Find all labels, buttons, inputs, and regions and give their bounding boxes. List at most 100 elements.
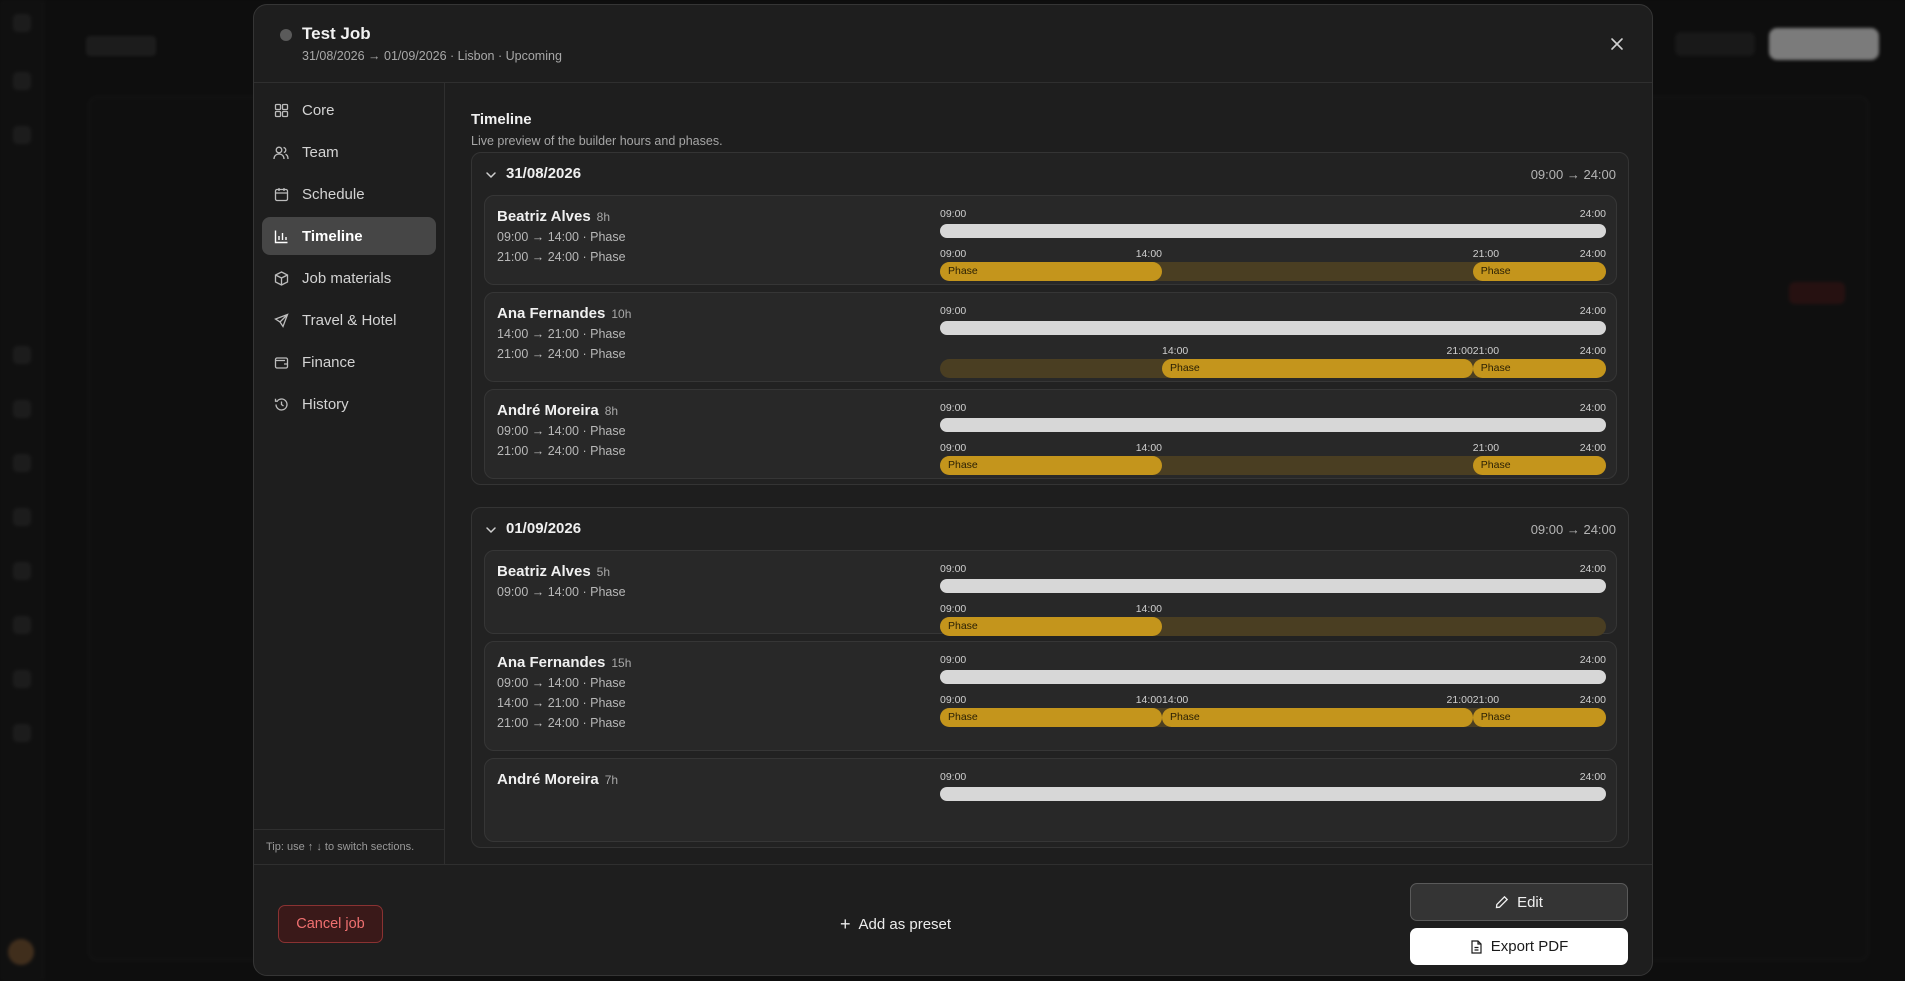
sidebar-item-label: Team [302,143,339,161]
sidebar-item-job-materials[interactable]: Job materials [262,259,436,297]
phase-segment[interactable]: Phase [1162,359,1473,378]
phase-segment[interactable]: Phase [1472,456,1606,475]
person-timeline: 09:00 24:00 Phase Phase 09:00 14:00 21:00 24:00 [940,390,1606,478]
background-badge [1789,282,1845,304]
close-icon [1611,38,1623,50]
pencil-icon [1495,895,1509,909]
shift-line: 14:00 → 21:00 · Phase [497,696,626,710]
sidebar-item-label: Job materials [302,269,392,287]
section-sidebar: Core Team Schedule Timeline Job material… [254,83,445,864]
phase-segment[interactable]: Phase [940,708,1162,727]
person-name: André Moreira 7h [497,771,618,788]
plus-icon: + [840,913,851,934]
person-hours: 8h [596,210,611,224]
phase-segment[interactable]: Phase [1162,708,1473,727]
tick-label: 24:00 [1579,654,1606,666]
phase-segment[interactable]: Phase [940,456,1162,475]
phase-segment[interactable]: Phase [1472,359,1606,378]
person-timeline: 09:00 24:00 Phase Phase Phase 09:00 14:00 14:00… [940,642,1606,750]
tick-label: 24:00 [1579,442,1606,454]
person-hours: 15h [611,656,632,670]
phase-segment[interactable]: Phase [1472,708,1606,727]
sidebar-item-history[interactable]: History [262,385,436,423]
tick-label: 09:00 [940,402,967,414]
edit-button[interactable]: Edit [1410,883,1628,921]
tick-label: 24:00 [1579,248,1606,260]
day-group: 31/08/2026 09:00 → 24:00 Beatriz Alves 8h 09… [471,152,1629,485]
person-card: Ana Fernandes 15h 09:00 → 14:00 · Phase 14:… [484,641,1617,751]
tick-label: 24:00 [1579,208,1606,220]
tick-label: 09:00 [940,563,967,575]
divider [254,829,444,830]
tick-label: 14:00 [1162,345,1189,357]
shift-line: 21:00 → 24:00 · Phase [497,347,626,361]
availability-bar [940,418,1606,432]
file-icon [1470,939,1483,954]
tick-label: 14:00 [1135,694,1162,706]
sidebar-item-core[interactable]: Core [262,91,436,129]
person-hours: 8h [604,404,619,418]
shift-line: 09:00 → 14:00 · Phase [497,585,626,599]
tick-label: 21:00 [1446,345,1473,357]
chevron-down-icon[interactable] [484,523,498,537]
person-timeline: 09:00 24:00 [940,759,1606,841]
tick-label: 14:00 [1135,442,1162,454]
shift-line: 21:00 → 24:00 · Phase [497,444,626,458]
edit-label: Edit [1517,893,1543,911]
export-pdf-button[interactable]: Export PDF [1410,928,1628,965]
background-icon [13,72,31,90]
phase-segment[interactable]: Phase [940,617,1162,636]
background-icon [13,346,31,364]
person-name-text: André Moreira [497,402,599,419]
background-button [1769,28,1879,60]
tick-label: 24:00 [1579,771,1606,783]
tick-label: 09:00 [940,248,967,260]
person-name-text: André Moreira [497,771,599,788]
availability-bar [940,787,1606,801]
person-name: Beatriz Alves 8h [497,208,610,225]
availability-bar [940,670,1606,684]
day-date: 01/09/2026 [506,520,582,537]
day-header[interactable]: 31/08/2026 09:00 → 24:00 [472,153,1628,195]
person-timeline: 09:00 24:00 Phase Phase 14:00 21:00 21:00 24:00 [940,293,1606,381]
sidebar-item-finance[interactable]: Finance [262,343,436,381]
section-title: Timeline [471,111,532,128]
person-card: Ana Fernandes 10h 14:00 → 21:00 · Phase 21:… [484,292,1617,382]
section-subtitle: Live preview of the builder hours and ph… [471,134,723,148]
cancel-job-button[interactable]: Cancel job [278,905,383,943]
add-preset-label: Add as preset [858,915,952,933]
bar-chart-icon [273,228,289,244]
close-button[interactable] [1604,31,1630,57]
person-timeline: 09:00 24:00 Phase 09:00 14:00 [940,551,1606,636]
background-icon [13,508,31,526]
shift-line: 21:00 → 24:00 · Phase [497,716,626,730]
background-icon [13,724,31,742]
person-hours: 10h [611,307,632,321]
availability-bar [940,224,1606,238]
timeline-content[interactable]: Timeline Live preview of the builder hou… [446,83,1652,864]
phase-segment[interactable]: Phase [1472,262,1606,281]
background-icon [13,616,31,634]
person-card: André Moreira 7h 09:00 24:00 [484,758,1617,842]
person-name-text: Beatriz Alves [497,208,591,225]
tick-label: 24:00 [1579,694,1606,706]
background-icon [13,562,31,580]
wallet-icon [273,354,289,370]
add-preset-button[interactable]: + Add as preset [840,909,951,939]
sidebar-item-team[interactable]: Team [262,133,436,171]
sidebar-item-schedule[interactable]: Schedule [262,175,436,213]
export-pdf-label: Export PDF [1490,938,1569,955]
sidebar-item-travel-hotel[interactable]: Travel & Hotel [262,301,436,339]
chevron-down-icon[interactable] [484,168,498,182]
background-icon [13,400,31,418]
background-icon [13,670,31,688]
tick-label: 21:00 [1472,442,1500,454]
tick-label: 09:00 [940,654,967,666]
sidebar-item-label: History [302,395,349,413]
sidebar-item-timeline[interactable]: Timeline [262,217,436,255]
background-logo [13,14,31,32]
job-modal: Test Job 31/08/2026 → 01/09/2026 · Lisbo… [253,4,1653,976]
day-header[interactable]: 01/09/2026 09:00 → 24:00 [472,508,1628,550]
phase-segment[interactable]: Phase [940,262,1162,281]
history-icon [273,396,289,412]
